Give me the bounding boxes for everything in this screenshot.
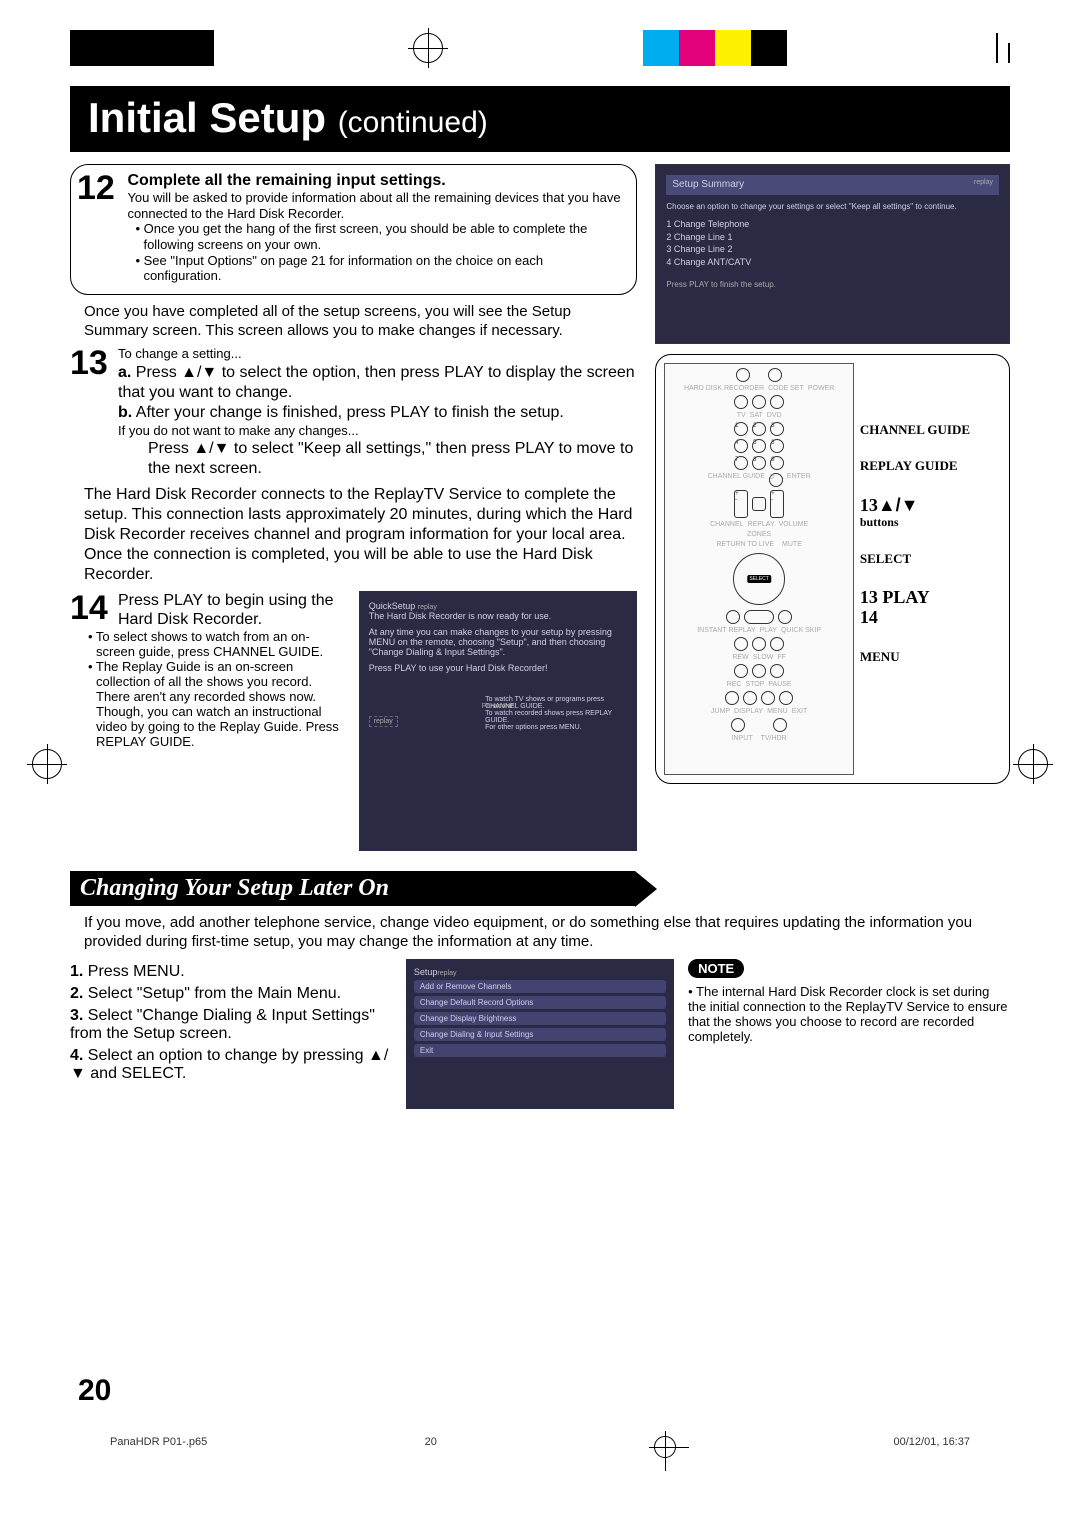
step-2: 2. Select "Setup" from the Main Menu. xyxy=(70,985,392,1003)
label-13play-14: 13 PLAY 14 xyxy=(860,588,1001,628)
step-14-bullet2: • The Replay Guide is an on-screen colle… xyxy=(88,659,349,749)
quicksetup-screenshot: QuickSetup replay The Hard Disk Recorder… xyxy=(359,591,638,851)
title-bar: Initial Setup (continued) xyxy=(70,86,1010,152)
crop-marks xyxy=(986,33,1010,63)
step-13-nochange: Press ▲/▼ to select "Keep all settings,"… xyxy=(118,439,637,479)
registration-target-icon xyxy=(413,33,443,63)
label-channel-guide: CHANNEL GUIDE xyxy=(860,423,1001,437)
color-blocks-left xyxy=(70,30,214,66)
label-replay-guide: REPLAY GUIDE xyxy=(860,459,1001,473)
color-blocks-right xyxy=(643,30,787,66)
summary-screenshot: Setup Summary replay Choose an option to… xyxy=(655,164,1010,344)
step-13-b: b. After your change is finished, press … xyxy=(118,403,637,423)
step-13-nochange-intro: If you do not want to make any changes..… xyxy=(118,423,637,439)
page-title: Initial Setup (continued) xyxy=(88,94,992,142)
registration-bar xyxy=(70,30,1010,66)
step-12-bullet2: • See "Input Options" on page 21 for inf… xyxy=(135,253,620,284)
step-13-number: 13 xyxy=(70,346,116,479)
step-3: 3. Select "Change Dialing & Input Settin… xyxy=(70,1007,392,1043)
registration-target-bottom-icon xyxy=(654,1436,676,1458)
step-12-box: 12 Complete all the remaining input sett… xyxy=(70,164,637,295)
setup-menu-screenshot: Setupreplay Add or Remove Channels Chang… xyxy=(406,959,674,1109)
connect-paragraph: The Hard Disk Recorder connects to the R… xyxy=(84,485,637,585)
section2-intro: If you move, add another telephone servi… xyxy=(84,914,996,952)
note-text: • The internal Hard Disk Recorder clock … xyxy=(688,984,1010,1044)
step-12-line1: You will be asked to provide information… xyxy=(127,190,620,221)
registration-target-right-icon xyxy=(1018,749,1048,779)
label-13-arrows: 13▲/▼ buttons xyxy=(860,496,1001,530)
footer-metadata: PanaHDR P01-.p65 20 00/12/01, 16:37 xyxy=(110,1436,970,1458)
step-1: 1. Press MENU. xyxy=(70,963,392,981)
page-number: 20 xyxy=(78,1374,111,1408)
step-14-number: 14 xyxy=(70,591,116,629)
step-4: 4. Select an option to change by pressin… xyxy=(70,1047,392,1083)
step-14-line1: Press PLAY to begin using the Hard Disk … xyxy=(118,591,349,629)
remote-control-diagram: HARD DISK RECORDERCODE SETPOWER TVSATDVD… xyxy=(655,354,1010,784)
step-12-title: Complete all the remaining input setting… xyxy=(127,171,620,190)
step-12-bullet1: • Once you get the hang of the first scr… xyxy=(135,221,620,252)
section-changing-setup: Changing Your Setup Later On xyxy=(70,871,635,906)
registration-target-left-icon xyxy=(32,749,62,779)
step-14-bullet1: • To select shows to watch from an on-sc… xyxy=(88,629,349,659)
step-13-a: a. Press ▲/▼ to select the option, then … xyxy=(118,363,637,403)
label-menu: MENU xyxy=(860,650,1001,664)
note-badge: NOTE xyxy=(688,959,744,978)
step-13-intro: To change a setting... xyxy=(118,346,637,362)
after-step12-para: Once you have completed all of the setup… xyxy=(84,303,637,341)
label-select: SELECT xyxy=(860,552,1001,566)
step-12-number: 12 xyxy=(77,171,123,205)
